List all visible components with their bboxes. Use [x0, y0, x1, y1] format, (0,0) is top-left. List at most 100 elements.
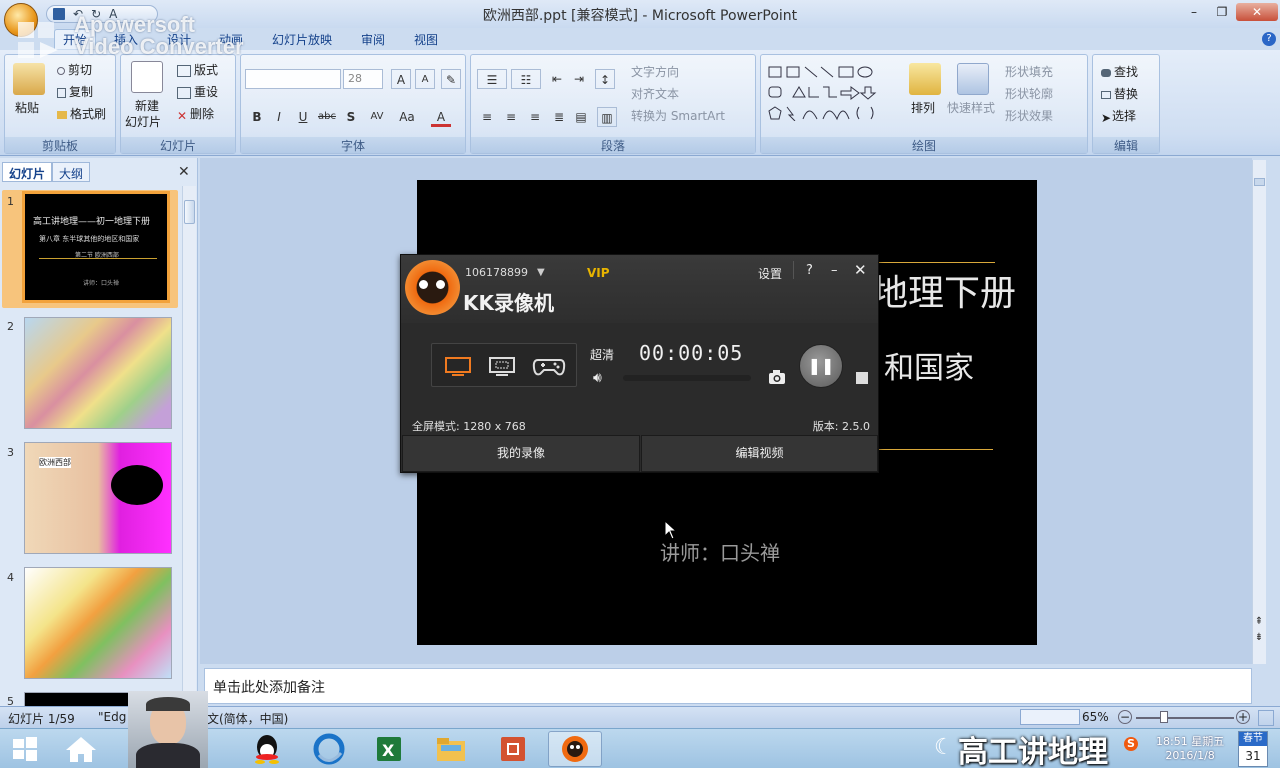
columns-icon[interactable]: ▥ — [597, 107, 617, 127]
stop-button[interactable] — [856, 372, 868, 384]
kk-help-icon[interactable]: ? — [806, 263, 813, 278]
zoom-slider[interactable] — [1136, 717, 1234, 719]
tab-review[interactable]: 审阅 — [361, 31, 385, 48]
bullets-icon[interactable]: ☰ — [477, 69, 507, 89]
volume-icon[interactable]: 🔊︎ — [593, 370, 602, 386]
panel-scroll-thumb[interactable] — [184, 200, 195, 224]
slide-thumbnail-3[interactable]: 欧洲西部 — [24, 442, 172, 554]
notes-pane[interactable]: 单击此处添加备注 — [204, 668, 1252, 704]
new-slide-icon[interactable] — [131, 61, 163, 93]
kk-minimize-icon[interactable]: – — [831, 263, 838, 278]
view-buttons[interactable] — [1020, 709, 1080, 725]
bold-button[interactable]: B — [247, 107, 267, 127]
powerpoint-icon[interactable] — [486, 731, 540, 767]
account-dropdown-icon[interactable]: ▼ — [537, 267, 545, 278]
quick-styles-button[interactable]: 快速样式 — [947, 99, 995, 116]
distribute-icon[interactable]: ▤ — [571, 107, 591, 127]
font-name-select[interactable] — [245, 69, 341, 89]
close-button[interactable]: ✕ — [1236, 3, 1278, 21]
slide-thumbnail-1[interactable]: 高工讲地理——初一地理下册 第八章 东半球其他的地区和国家 第二节 欧洲西部 讲… — [22, 191, 170, 303]
cut-button[interactable]: 剪切 — [57, 61, 92, 78]
quick-styles-icon[interactable] — [957, 63, 989, 95]
excel-icon[interactable]: X — [362, 731, 416, 767]
format-painter-button[interactable]: 格式刷 — [57, 105, 106, 122]
clock[interactable]: 18:51 星期五 2016/1/8 — [1156, 733, 1224, 762]
shapes-gallery-icon[interactable] — [767, 63, 895, 121]
browser-icon[interactable] — [302, 731, 356, 767]
help-icon[interactable]: ? — [1262, 32, 1276, 46]
shape-outline-button[interactable]: 形状轮廓 — [1005, 85, 1053, 102]
edit-video-button[interactable]: 编辑视频 — [641, 435, 878, 472]
align-center-icon[interactable]: ≡ — [501, 107, 521, 127]
pause-button[interactable]: ❚❚ — [799, 344, 843, 388]
sogou-input-icon[interactable]: S — [1124, 737, 1138, 751]
strikethrough-button[interactable]: abc — [317, 107, 337, 127]
reset-button[interactable]: 重设 — [177, 83, 218, 100]
underline-button[interactable]: U — [293, 107, 313, 127]
kk-recorder-taskbar-icon[interactable] — [548, 731, 602, 767]
home-icon[interactable] — [54, 731, 108, 767]
calendar-widget[interactable]: 春节 31 — [1238, 731, 1268, 767]
tab-view[interactable]: 视图 — [414, 31, 438, 48]
arrange-button[interactable]: 排列 — [911, 99, 935, 116]
file-explorer-icon[interactable] — [424, 731, 478, 767]
kk-close-icon[interactable]: ✕ — [854, 261, 867, 279]
language-status[interactable]: 文(简体，中国) — [207, 710, 288, 727]
shadow-button[interactable]: S — [341, 107, 361, 127]
paste-button[interactable]: 粘贴 — [15, 99, 39, 116]
vip-badge[interactable]: VIP — [587, 266, 610, 280]
numbering-icon[interactable]: ☷ — [511, 69, 541, 89]
fullscreen-mode-icon[interactable] — [444, 354, 472, 378]
shrink-font-button[interactable]: A — [415, 69, 435, 89]
shape-fill-button[interactable]: 形状填充 — [1005, 63, 1053, 80]
tab-slides[interactable]: 幻灯片 — [2, 162, 53, 182]
tab-outline[interactable]: 大纲 — [52, 162, 91, 182]
line-spacing-icon[interactable]: ↕ — [595, 69, 615, 89]
zoom-slider-thumb[interactable] — [1160, 711, 1168, 723]
my-recordings-button[interactable]: 我的录像 — [402, 435, 640, 472]
qq-icon[interactable] — [240, 731, 294, 767]
layout-button[interactable]: 版式 — [177, 61, 218, 78]
clear-format-icon[interactable]: ✎ — [441, 69, 461, 89]
slide-thumbnail-4[interactable] — [24, 567, 172, 679]
minimize-button[interactable]: – — [1180, 3, 1208, 21]
new-slide-label-2[interactable]: 幻灯片 — [125, 113, 161, 130]
kk-settings-button[interactable]: 设置 — [758, 265, 782, 282]
arrange-icon[interactable] — [909, 63, 941, 95]
select-button[interactable]: ➤选择 — [1101, 107, 1136, 125]
tab-slideshow[interactable]: 幻灯片放映 — [272, 31, 332, 48]
align-right-icon[interactable]: ≡ — [525, 107, 545, 127]
find-button[interactable]: 查找 — [1101, 63, 1138, 80]
font-color-button[interactable]: A — [431, 107, 451, 127]
prev-next-slide-icon[interactable]: ⇞ ⇟ — [1253, 614, 1265, 646]
align-text-button[interactable]: 对齐文本 — [631, 85, 679, 102]
zoom-level[interactable]: 65% — [1082, 710, 1109, 724]
justify-icon[interactable]: ≣ — [549, 107, 569, 127]
quality-selector[interactable]: 超清 — [590, 346, 614, 363]
text-direction-button[interactable]: 文字方向 — [631, 63, 679, 80]
zoom-in-icon[interactable]: + — [1236, 710, 1250, 724]
slide-scroll-thumb[interactable] — [1254, 178, 1265, 186]
increase-indent-icon[interactable]: ⇥ — [569, 69, 589, 89]
copy-button[interactable]: 复制 — [57, 83, 93, 100]
italic-button[interactable]: I — [269, 107, 289, 127]
paste-icon[interactable] — [13, 63, 45, 95]
kk-account[interactable]: 106178899 — [465, 266, 528, 279]
start-button[interactable] — [2, 731, 48, 767]
convert-smartart-button[interactable]: 转换为 SmartArt — [631, 107, 725, 124]
change-case-button[interactable]: Aa — [397, 107, 417, 127]
delete-button[interactable]: ✕ 删除 — [177, 105, 214, 123]
align-left-icon[interactable]: ≡ — [477, 107, 497, 127]
replace-button[interactable]: 替换 — [1101, 85, 1138, 102]
slide-scrollbar[interactable]: ⇞ ⇟ — [1252, 160, 1266, 664]
grow-font-button[interactable]: A — [391, 69, 411, 89]
game-mode-icon[interactable] — [532, 354, 566, 378]
char-spacing-button[interactable]: AV — [367, 107, 387, 127]
panel-scrollbar[interactable] — [182, 186, 196, 706]
slide-thumbnail-2[interactable] — [24, 317, 172, 429]
screenshot-camera-icon[interactable] — [768, 369, 786, 389]
maximize-button[interactable]: ❐ — [1208, 3, 1236, 21]
font-size-select[interactable]: 28 — [343, 69, 383, 89]
decrease-indent-icon[interactable]: ⇤ — [547, 69, 567, 89]
new-slide-label[interactable]: 新建 — [135, 97, 159, 114]
